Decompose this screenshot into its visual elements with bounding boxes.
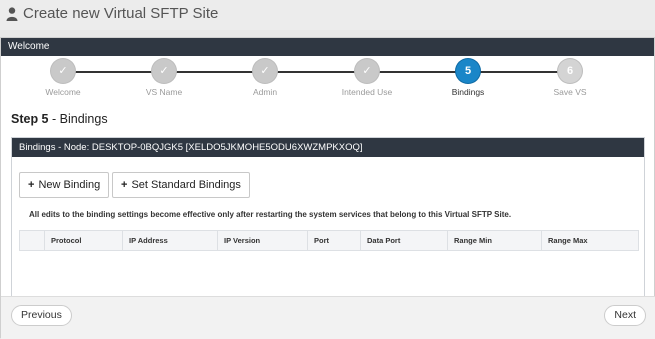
next-button[interactable]: Next	[604, 305, 646, 326]
step-number: 5	[456, 59, 480, 83]
bindings-notice: All edits to the binding settings become…	[29, 210, 512, 219]
step-welcome[interactable]: ✓ Welcome	[18, 58, 108, 97]
step-number-label: Step 5	[11, 112, 49, 126]
new-binding-label: New Binding	[38, 179, 101, 191]
step-bindings[interactable]: 5 Bindings	[423, 58, 513, 97]
plus-icon: +	[121, 179, 128, 191]
step-admin[interactable]: ✓ Admin	[220, 58, 310, 97]
step-heading: Step 5 - Bindings	[11, 112, 108, 126]
step-label: Admin	[252, 87, 278, 97]
select-column-header[interactable]	[20, 231, 44, 250]
bindings-panel: Bindings - Node: DESKTOP-0BQJGK5 [XELDO5…	[11, 137, 645, 302]
step-heading-separator: -	[48, 112, 60, 126]
column-header-protocol[interactable]: Protocol	[44, 231, 122, 250]
page-header: Create new Virtual SFTP Site	[0, 0, 655, 30]
set-standard-bindings-label: Set Standard Bindings	[131, 179, 241, 191]
step-label: VS Name	[145, 87, 183, 97]
set-standard-bindings-button[interactable]: + Set Standard Bindings	[112, 172, 250, 198]
user-icon	[6, 6, 18, 21]
column-header-ip-version[interactable]: IP Version	[217, 231, 307, 250]
check-icon: ✓	[152, 59, 176, 83]
wizard-header: Welcome	[1, 38, 654, 56]
page-title-text: Create new Virtual SFTP Site	[23, 5, 219, 22]
step-label: Bindings	[451, 87, 485, 97]
step-number: 6	[558, 59, 582, 83]
column-header-range-max[interactable]: Range Max	[541, 231, 638, 250]
check-icon: ✓	[355, 59, 379, 83]
bindings-table-header: Protocol IP Address IP Version Port Data…	[19, 230, 639, 251]
plus-icon: +	[28, 179, 35, 191]
check-icon: ✓	[253, 59, 277, 83]
step-label: Save VS	[553, 87, 587, 97]
step-label: Intended Use	[341, 87, 393, 97]
column-header-port[interactable]: Port	[307, 231, 360, 250]
column-header-data-port[interactable]: Data Port	[360, 231, 447, 250]
page-title: Create new Virtual SFTP Site	[6, 5, 218, 22]
step-vs-name[interactable]: ✓ VS Name	[119, 58, 209, 97]
wizard-steps: ✓ Welcome ✓ VS Name ✓ Admin ✓ Intended U…	[1, 58, 655, 103]
column-header-range-min[interactable]: Range Min	[447, 231, 541, 250]
previous-button[interactable]: Previous	[11, 305, 72, 326]
wizard: Welcome ✓ Welcome ✓ VS Name ✓ Admin ✓ In…	[0, 37, 655, 339]
new-binding-button[interactable]: + New Binding	[19, 172, 110, 198]
column-header-ip-address[interactable]: IP Address	[122, 231, 217, 250]
wizard-footer: Previous Next	[1, 296, 655, 339]
bindings-panel-title: Bindings - Node: DESKTOP-0BQJGK5 [XELDO5…	[12, 138, 644, 157]
step-save-vs[interactable]: 6 Save VS	[525, 58, 615, 97]
check-icon: ✓	[51, 59, 75, 83]
step-intended-use[interactable]: ✓ Intended Use	[322, 58, 412, 97]
step-label: Welcome	[45, 87, 81, 97]
step-title: Bindings	[59, 112, 108, 126]
